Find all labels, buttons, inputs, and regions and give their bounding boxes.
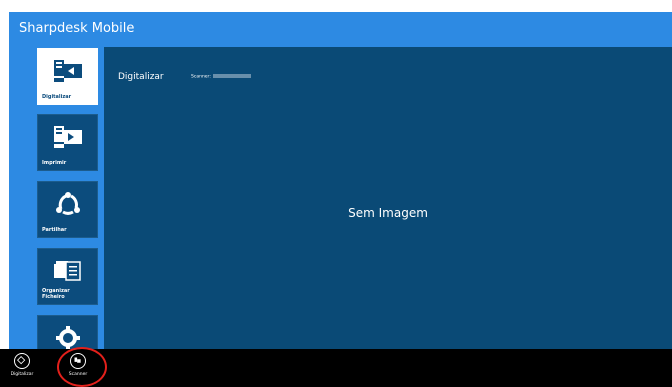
page-title: Digitalizar xyxy=(118,72,164,82)
share-icon xyxy=(55,192,80,215)
print-icon xyxy=(53,126,82,148)
scan-icon xyxy=(53,60,82,82)
nav-tile-settings[interactable] xyxy=(37,315,98,349)
nav-tile-digitalizar[interactable]: Digitalizar xyxy=(37,48,98,105)
scanner-info: Scanner: xyxy=(191,74,251,80)
nav-tile-label: Imprimir xyxy=(42,160,67,166)
scanner-name-redacted xyxy=(212,74,251,78)
app-root: Sharpdesk Mobile Digitalizar Imprimir Pa… xyxy=(0,0,672,387)
scan-start-button[interactable]: Digitalizar xyxy=(2,353,42,386)
app-bar: Digitalizar Scanner xyxy=(0,349,672,387)
nav-tile-label: Digitalizar xyxy=(42,94,72,100)
scan-start-icon xyxy=(14,353,30,369)
settings-icon xyxy=(55,326,80,349)
scanner-icon xyxy=(70,353,86,369)
preview-panel: Digitalizar Scanner: Sem Imagem xyxy=(104,47,672,349)
nav-tile-imprimir[interactable]: Imprimir xyxy=(37,114,98,171)
scanner-label: Scanner: xyxy=(191,74,211,80)
nav-tile-organizar-ficheiro[interactable]: Organizar Ficheiro xyxy=(37,248,98,305)
scanner-label: Scanner xyxy=(68,372,88,377)
nav-tile-label: Partilhar xyxy=(42,227,67,233)
nav-tile-label: Organizar Ficheiro xyxy=(42,288,70,300)
empty-state-text: Sem Imagem xyxy=(348,206,428,220)
scan-start-label: Digitalizar xyxy=(10,372,34,377)
app-title: Sharpdesk Mobile xyxy=(19,21,135,36)
nav-tile-partilhar[interactable]: Partilhar xyxy=(37,181,98,238)
organize-file-icon xyxy=(53,261,81,281)
scanner-button[interactable]: Scanner xyxy=(58,353,98,386)
app-window: Sharpdesk Mobile Digitalizar Imprimir Pa… xyxy=(9,12,672,349)
